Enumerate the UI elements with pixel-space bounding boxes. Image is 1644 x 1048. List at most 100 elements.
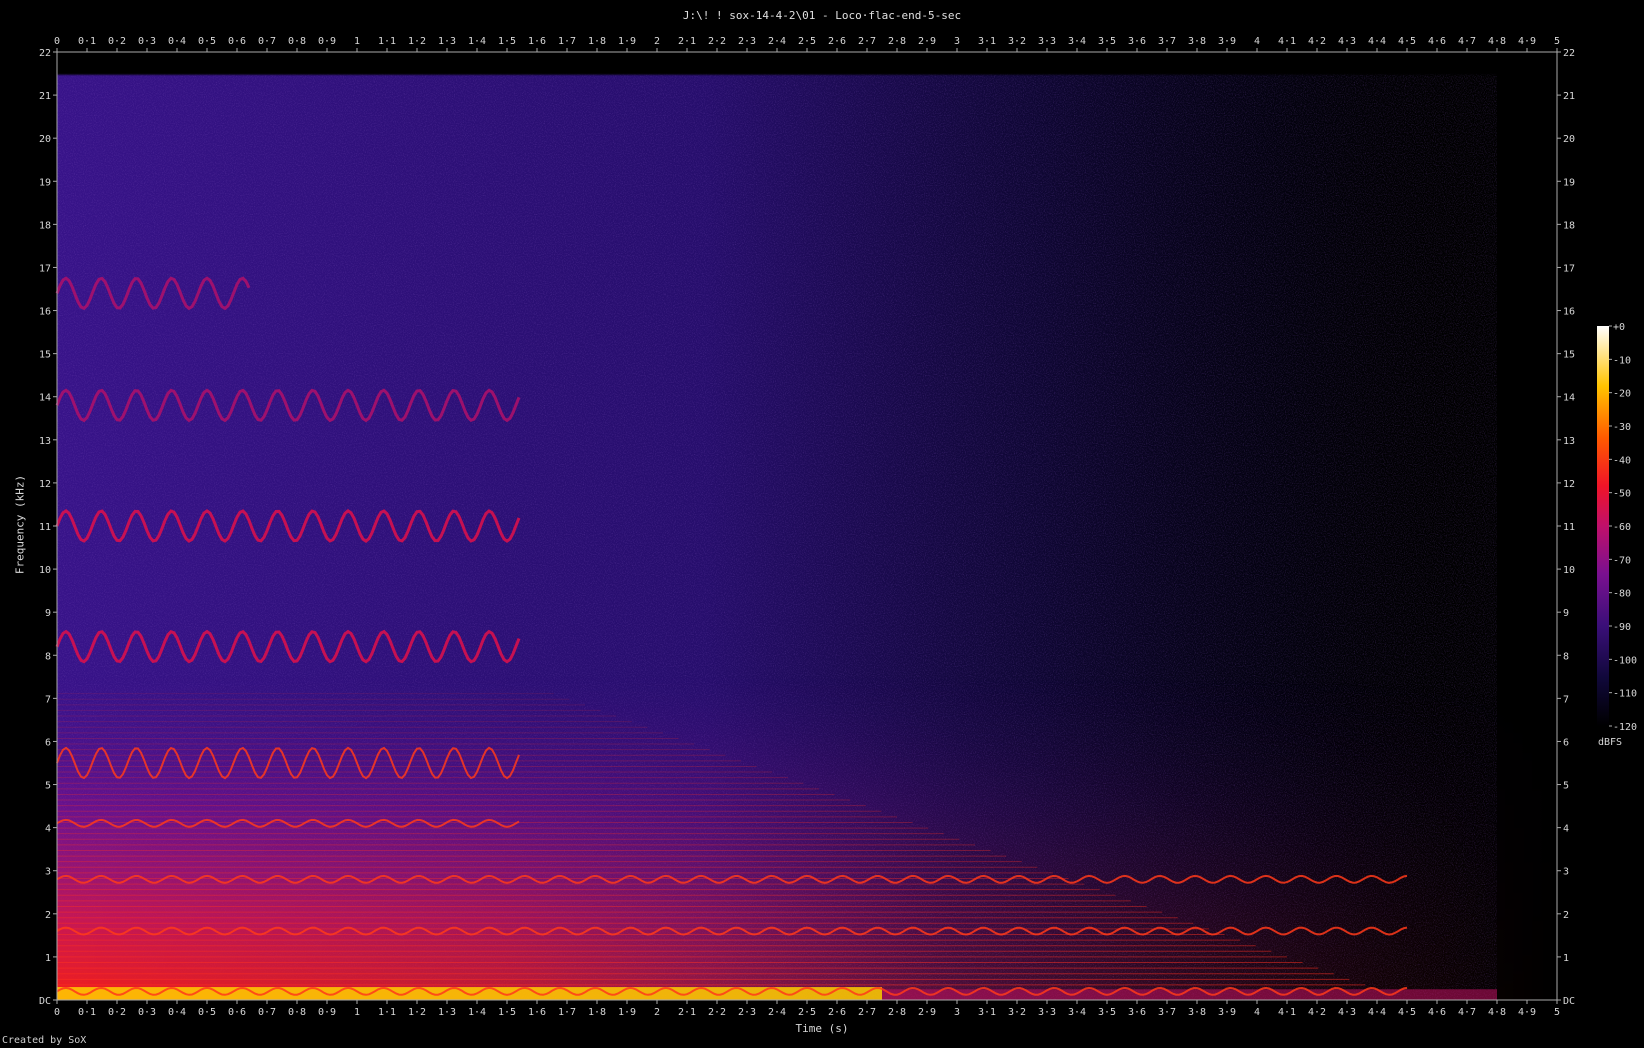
x-tick-label-bottom: 3·7 [1158,1007,1176,1018]
y-tick-label-left: 21 [39,91,51,102]
x-tick-label-bottom: 4·2 [1308,1007,1326,1018]
x-tick-label-top: 2 [654,36,660,47]
x-tick-label-top: 2·5 [798,36,816,47]
colorbar-unit-label: dBFS [1598,737,1623,748]
x-tick-label-top: 3·8 [1188,36,1206,47]
x-tick-label-bottom: 1·2 [408,1007,426,1018]
y-tick-label-left: 13 [39,436,51,447]
x-tick-label-bottom: 4·8 [1488,1007,1506,1018]
x-tick-label-bottom: 0·6 [228,1007,246,1018]
x-tick-label-bottom: 0·3 [138,1007,156,1018]
y-tick-label-left: 8 [45,651,51,662]
x-tick-label-bottom: 2·5 [798,1007,816,1018]
x-tick-label-bottom: 2·6 [828,1007,846,1018]
x-tick-label-top: 2·7 [858,36,876,47]
x-tick-label-top: 2·8 [888,36,906,47]
x-tick-label-bottom: 4·9 [1518,1007,1536,1018]
y-tick-label-right: 18 [1563,220,1575,231]
x-tick-label-top: 4·2 [1308,36,1326,47]
x-tick-label-bottom: 3·4 [1068,1007,1086,1018]
colorbar-tick-label: -100 [1613,655,1637,666]
y-tick-label-right: 9 [1563,608,1569,619]
x-tick-label-bottom: 4·5 [1398,1007,1416,1018]
x-tick-label-top: 0·7 [258,36,276,47]
x-tick-label-bottom: 2 [654,1007,660,1018]
y-tick-label-right: 12 [1563,479,1575,490]
colorbar-tick-label: -120 [1613,722,1637,733]
y-axis-label: Frequency (kHz) [13,474,27,575]
x-tick-label-top: 3·6 [1128,36,1146,47]
x-tick-label-top: 4·5 [1398,36,1416,47]
credit-text: Created by SoX [2,1035,87,1046]
x-tick-label-top: 3 [954,36,960,47]
x-tick-label-bottom: 4·6 [1428,1007,1446,1018]
colorbar-tick-label: -110 [1613,689,1637,700]
y-tick-label-left: 9 [45,608,51,619]
x-tick-label-top: 4·4 [1368,36,1386,47]
x-tick-label-top: 1·8 [588,36,606,47]
colorbar-tick-label: -10 [1613,355,1631,366]
x-tick-label-bottom: 0·1 [78,1007,96,1018]
x-tick-label-top: 3·2 [1008,36,1026,47]
colorbar-tick-label: -70 [1613,555,1631,566]
x-tick-label-top: 5 [1554,36,1560,47]
x-tick-label-top: 1·1 [378,36,396,47]
y-tick-label-left: 18 [39,220,51,231]
y-tick-label-right: 20 [1563,134,1575,145]
x-tick-label-bottom: 2·8 [888,1007,906,1018]
x-tick-label-bottom: 3·5 [1098,1007,1116,1018]
x-tick-label-top: 0·8 [288,36,306,47]
x-tick-label-top: 4·8 [1488,36,1506,47]
x-tick-label-bottom: 4·1 [1278,1007,1296,1018]
y-tick-label-right: 22 [1563,48,1575,59]
x-tick-label-bottom: 2·1 [678,1007,696,1018]
x-tick-label-bottom: 0·7 [258,1007,276,1018]
x-tick-label-bottom: 1·1 [378,1007,396,1018]
x-tick-label-top: 0·2 [108,36,126,47]
x-tick-label-top: 2·6 [828,36,846,47]
x-tick-label-bottom: 1·5 [498,1007,516,1018]
y-tick-label-right: 10 [1563,565,1575,576]
y-tick-label-right: 1 [1563,953,1569,964]
x-tick-label-top: 1 [354,36,360,47]
top-rolloff [57,73,1497,114]
y-tick-label-right: 2 [1563,910,1569,921]
x-tick-label-bottom: 0·2 [108,1007,126,1018]
x-tick-label-top: 3·4 [1068,36,1086,47]
y-tick-label-right: 13 [1563,436,1575,447]
y-tick-label-left: 12 [39,479,51,490]
x-tick-label-top: 1·6 [528,36,546,47]
x-tick-label-top: 1·7 [558,36,576,47]
x-tick-label-top: 4·3 [1338,36,1356,47]
colorbar: +0 -10 -20 -30 -40 -50 -60 -70 -80 -90 -100 -110 -12… [1597,322,1637,733]
x-tick-label-bottom: 3·9 [1218,1007,1236,1018]
y-tick-label-left: 11 [39,522,51,533]
y-tick-label-left: 7 [45,694,51,705]
x-tick-label-bottom: 1 [354,1007,360,1018]
colorbar-tick-label: -50 [1613,489,1631,500]
x-tick-label-bottom: 1·7 [558,1007,576,1018]
spectrogram-chart: 0 0 0·1 0·1 0·2 0·2 0·3 0·3 0·4 0·4 0·5 0·5 0·6 0·6 0·… [39,36,1637,1018]
y-tick-label-left: 17 [39,263,51,274]
x-tick-label-top: 0·5 [198,36,216,47]
y-tick-label-right: 6 [1563,737,1569,748]
x-tick-label-bottom: 0·5 [198,1007,216,1018]
colorbar-tick-label: +0 [1613,322,1625,333]
y-tick-label-left: 3 [45,867,51,878]
x-tick-label-top: 1·4 [468,36,486,47]
colorbar-tick-label: -40 [1613,455,1631,466]
x-tick-label-top: 1·9 [618,36,636,47]
y-tick-label-left: 2 [45,910,51,921]
x-tick-label-top: 2·3 [738,36,756,47]
y-tick-label-left: 4 [45,824,51,835]
y-tick-label-right: DC [1563,996,1575,1007]
x-tick-label-bottom: 4·3 [1338,1007,1356,1018]
y-tick-label-left: 16 [39,307,51,318]
y-tick-label-right: 19 [1563,177,1575,188]
x-tick-label-top: 0·3 [138,36,156,47]
y-tick-label-right: 7 [1563,694,1569,705]
x-tick-label-top: 4·6 [1428,36,1446,47]
y-tick-label-left: DC [39,996,51,1007]
x-tick-label-bottom: 4 [1254,1007,1260,1018]
x-tick-label-top: 3·3 [1038,36,1056,47]
